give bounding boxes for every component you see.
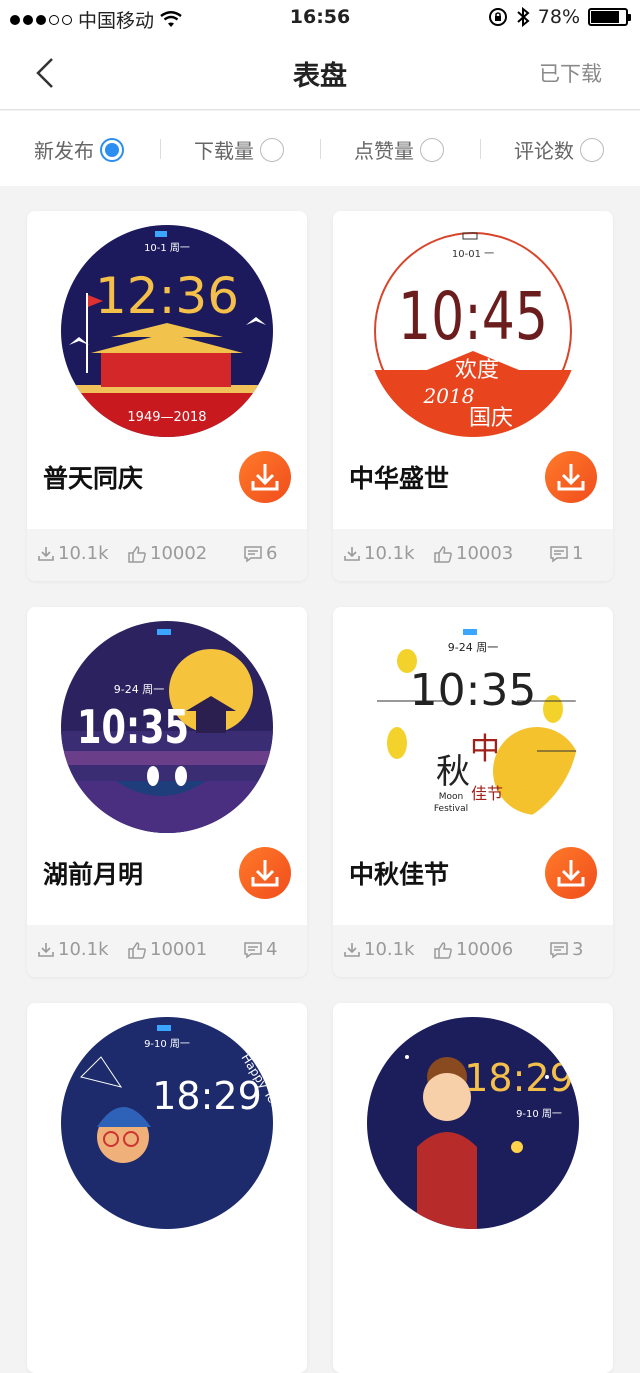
- radio-icon[interactable]: [580, 137, 604, 162]
- comment-count: 4: [266, 939, 278, 960]
- card-title: 湖前月明: [43, 860, 144, 889]
- watch-date: 10-1 周一: [144, 242, 190, 254]
- watchface-preview: 9-24 周一 10:35: [61, 621, 273, 833]
- watchface-preview: 10-01 一 10:45 欢度 2018 国庆: [367, 225, 579, 437]
- comment-icon: [550, 545, 568, 562]
- watch-date: 9-24 周一: [114, 683, 164, 696]
- festival-text-3: 国庆: [469, 406, 513, 431]
- radio-icon[interactable]: [260, 137, 284, 162]
- watchface-card[interactable]: 9-10 周一 18:29 Happy Teacher's: [27, 1003, 307, 1373]
- filter-likes[interactable]: 点赞量: [354, 135, 444, 164]
- sort-filter-bar: 新发布 下载量 点赞量 评论数: [0, 111, 640, 186]
- card-stats: 10.1k 10001 4: [27, 925, 307, 977]
- watchface-card[interactable]: 9-24 周一 10:35 秋 中 佳节 Moon Festival 中秋佳节 …: [333, 607, 613, 977]
- watch-date: 10-01 一: [452, 249, 494, 260]
- card-title: 普天同庆: [43, 464, 144, 493]
- thumbs-up-icon: [128, 545, 146, 563]
- comment-icon: [550, 941, 568, 958]
- orientation-lock-icon: [488, 8, 507, 26]
- filter-label: 点赞量: [354, 139, 414, 163]
- card-title: 中秋佳节: [349, 860, 450, 889]
- filter-downloads[interactable]: 下载量: [194, 135, 284, 164]
- card-stats: 10.1k 10003 1: [333, 529, 613, 581]
- download-count-icon: [344, 942, 360, 957]
- like-count: 10001: [150, 939, 208, 960]
- download-button[interactable]: [239, 847, 291, 899]
- download-icon: [251, 464, 279, 491]
- watch-time: 10:35: [410, 665, 537, 716]
- watch-date: 9-10 周一: [144, 1038, 190, 1050]
- download-icon: [251, 860, 279, 887]
- download-icon: [557, 464, 585, 491]
- watch-time: 10:35: [77, 700, 189, 754]
- festival-text-2: 2018: [423, 384, 475, 408]
- watchface-preview: 9-24 周一 10:35 秋 中 佳节 Moon Festival: [367, 621, 579, 833]
- watchface-card[interactable]: 18:29 9-10 周一: [333, 1003, 613, 1373]
- download-count: 10.1k: [58, 543, 109, 564]
- watch-time: 18:29: [152, 1074, 262, 1118]
- filter-comments[interactable]: 评论数: [514, 135, 604, 164]
- watch-time: 12:36: [95, 267, 239, 325]
- filter-newest[interactable]: 新发布: [34, 135, 124, 164]
- watchface-card[interactable]: 9-24 周一 10:35 湖前月明 10.1k 10001 4: [27, 607, 307, 977]
- watchface-card[interactable]: 10-1 周一 12:36 1949—2018 普天同庆 10.1k 10002…: [27, 211, 307, 581]
- download-count-icon: [38, 942, 54, 957]
- download-button[interactable]: [545, 451, 597, 503]
- thumbs-up-icon: [128, 941, 146, 959]
- radio-selected-icon[interactable]: [100, 137, 124, 162]
- watch-date: 9-10 周一: [516, 1108, 562, 1120]
- thumbs-up-icon: [434, 941, 452, 959]
- nav-bar: 表盘 已下载: [0, 36, 640, 110]
- battery-percent: 78%: [537, 6, 580, 28]
- moon-label: Moon: [439, 792, 463, 802]
- watch-time: 18:29: [464, 1056, 574, 1100]
- mid-autumn-char-1: 秋: [436, 752, 470, 792]
- download-count: 10.1k: [364, 939, 415, 960]
- watch-date: 9-24 周一: [448, 641, 498, 654]
- comment-count: 1: [572, 543, 584, 564]
- watchface-preview: 9-10 周一 18:29 Happy Teacher's: [61, 1017, 273, 1229]
- downloaded-button[interactable]: 已下载: [539, 58, 602, 88]
- download-count: 10.1k: [364, 543, 415, 564]
- download-count-icon: [344, 546, 360, 561]
- battery-icon: [588, 8, 631, 26]
- watch-time: 10:45: [398, 278, 548, 355]
- comment-icon: [244, 941, 262, 958]
- card-stats: 10.1k 10006 3: [333, 925, 613, 977]
- filter-label: 评论数: [514, 139, 574, 163]
- watchface-preview: 18:29 9-10 周一: [367, 1017, 579, 1229]
- download-button[interactable]: [239, 451, 291, 503]
- download-button[interactable]: [545, 847, 597, 899]
- mid-autumn-char-3: 佳节: [471, 784, 503, 803]
- watchface-preview: 10-1 周一 12:36 1949—2018: [61, 225, 273, 437]
- filter-label: 新发布: [34, 139, 94, 163]
- download-icon: [557, 860, 585, 887]
- download-count-icon: [38, 546, 54, 561]
- thumbs-up-icon: [434, 545, 452, 563]
- festival-label: Festival: [434, 804, 468, 814]
- filter-label: 下载量: [194, 139, 254, 163]
- comment-count: 6: [266, 543, 278, 564]
- card-stats: 10.1k 10002 6: [27, 529, 307, 581]
- like-count: 10003: [456, 543, 514, 564]
- comment-icon: [244, 545, 262, 562]
- mid-autumn-char-2: 中: [470, 732, 500, 767]
- festival-text-1: 欢度: [455, 358, 499, 383]
- watch-footer: 1949—2018: [127, 410, 206, 425]
- status-bar: 中国移动 16:56 78%: [0, 0, 640, 36]
- watchface-card[interactable]: 10-01 一 10:45 欢度 2018 国庆 中华盛世 10.1k 1000…: [333, 211, 613, 581]
- like-count: 10002: [150, 543, 208, 564]
- radio-icon[interactable]: [420, 137, 444, 162]
- comment-count: 3: [572, 939, 584, 960]
- like-count: 10006: [456, 939, 514, 960]
- download-count: 10.1k: [58, 939, 109, 960]
- card-title: 中华盛世: [349, 464, 450, 493]
- bluetooth-icon: [517, 7, 530, 27]
